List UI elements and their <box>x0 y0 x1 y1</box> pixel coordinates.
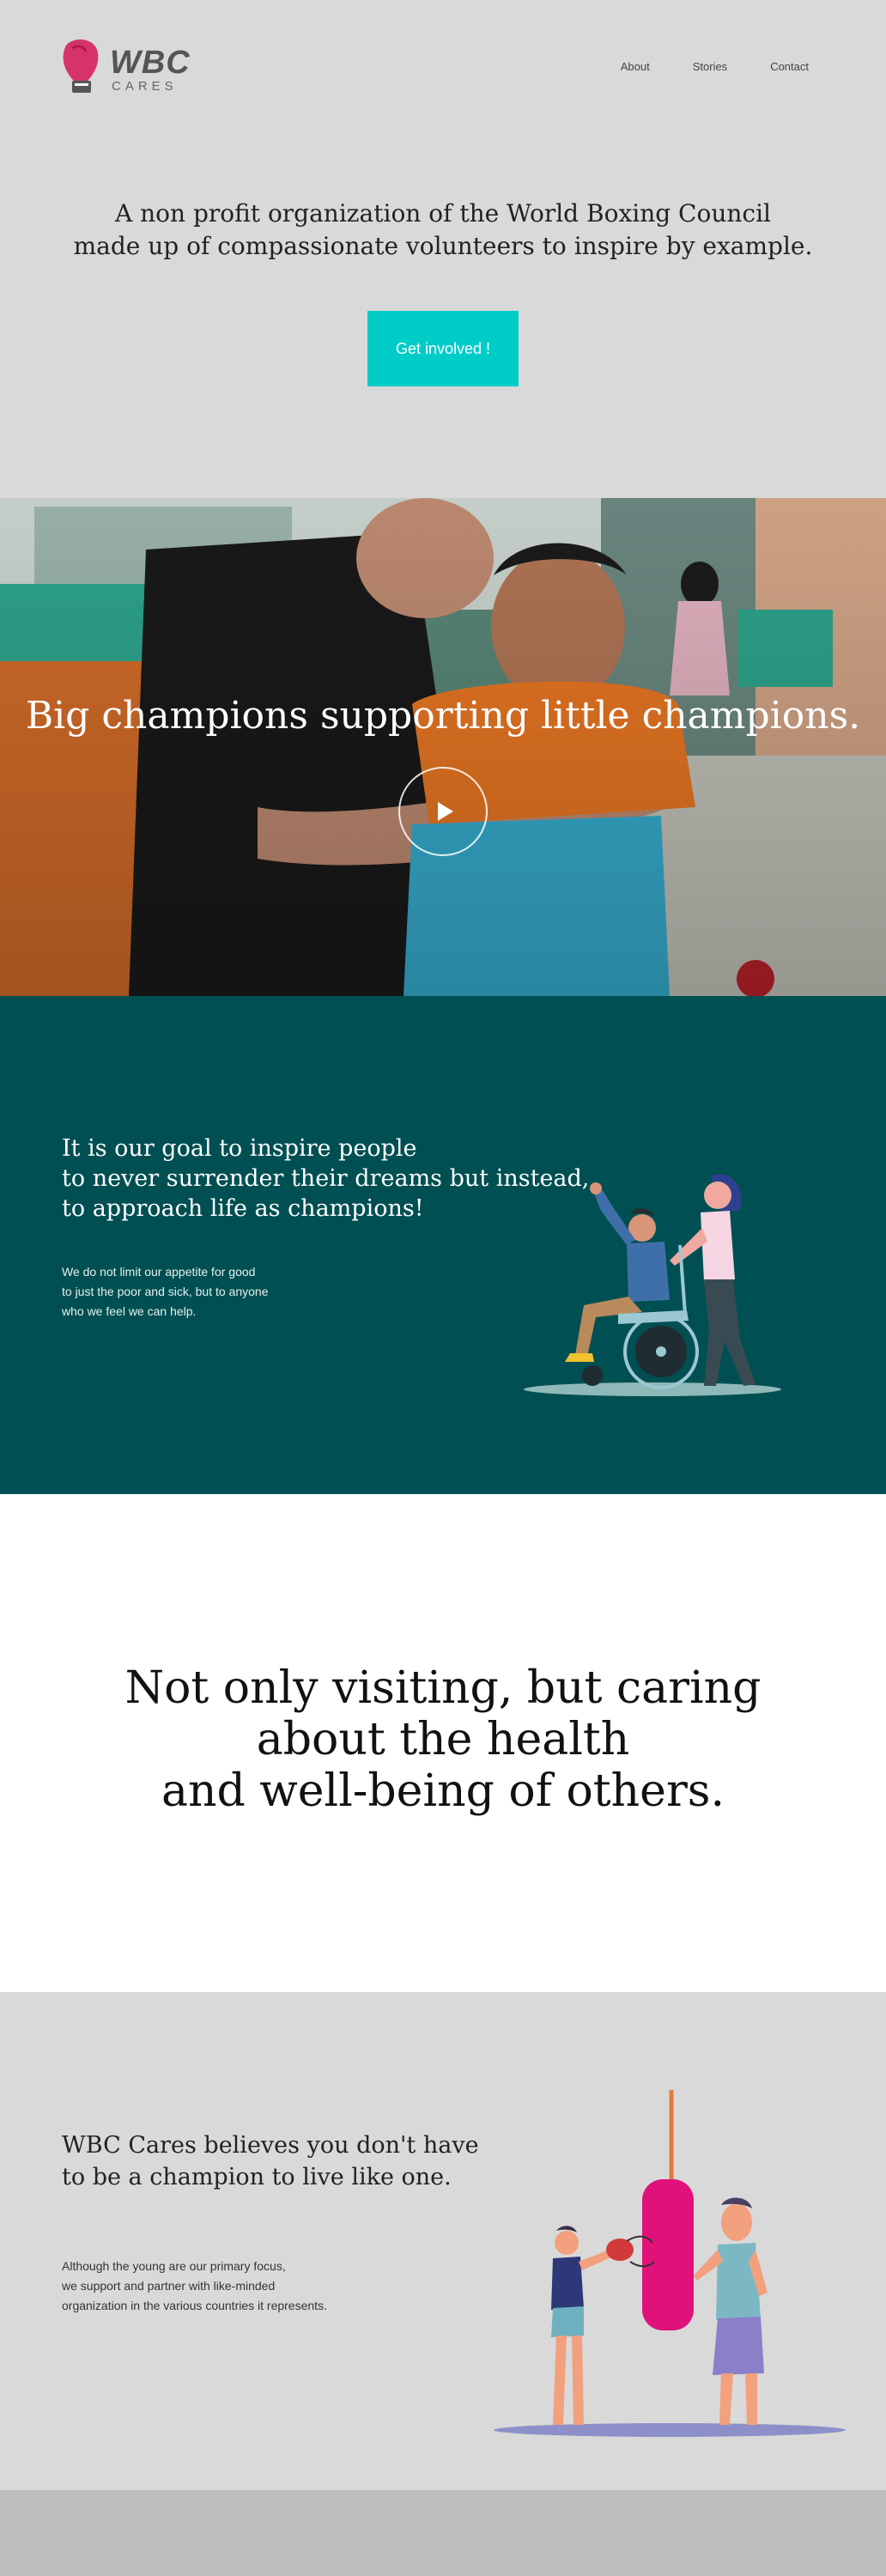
wbc-cares-logo[interactable]: WBC CARES <box>62 38 191 100</box>
intro-line: made up of compassionate volunteers to i… <box>73 232 813 260</box>
get-involved-button[interactable]: Get involved ! <box>367 311 519 386</box>
video-headline: Big champions supporting little champion… <box>25 694 861 738</box>
nav-stories-link[interactable]: Stories <box>693 60 727 73</box>
champion-body-line: we support and partner with like-minded <box>62 2279 276 2293</box>
play-video-button[interactable] <box>398 767 488 856</box>
goal-section: It is our goal to inspire people to neve… <box>0 996 886 1494</box>
caring-heading: Not only visiting, but caring about the … <box>0 1662 886 1817</box>
caring-section: Not only visiting, but caring about the … <box>0 1494 886 1992</box>
footer-bar <box>0 2490 886 2576</box>
champion-body-line: organization in the various countries it… <box>62 2299 327 2312</box>
caring-heading-line: about the health <box>256 1714 630 1765</box>
logo-subtext: CARES <box>112 79 178 94</box>
goal-body-line: who we feel we can help. <box>62 1304 197 1318</box>
champion-section: WBC Cares believes you don't have to be … <box>0 1992 886 2490</box>
boxing-glove-icon <box>63 39 99 93</box>
champion-body: Although the young are our primary focus… <box>62 2257 422 2316</box>
wheelchair-illustration <box>524 1174 781 1396</box>
boxing-training-illustration <box>494 2090 846 2437</box>
logo-wordmark: WBC <box>110 45 191 81</box>
champion-heading: WBC Cares believes you don't have to be … <box>62 2129 479 2193</box>
champion-body-line: Although the young are our primary focus… <box>62 2259 286 2273</box>
goal-body-line: to just the poor and sick, but to anyone <box>62 1285 269 1298</box>
intro-section: WBC CARES About Stories Contact A non pr… <box>0 0 886 498</box>
hero-photo <box>0 498 886 996</box>
caring-heading-line: Not only visiting, but caring <box>124 1662 762 1714</box>
main-nav: About Stories Contact <box>621 60 809 73</box>
nav-contact-link[interactable]: Contact <box>770 60 809 73</box>
video-hero: Big champions supporting little champion… <box>0 498 886 996</box>
intro-line: A non profit organization of the World B… <box>115 199 771 228</box>
nav-about-link[interactable]: About <box>621 60 650 73</box>
intro-text: A non profit organization of the World B… <box>0 197 886 263</box>
caring-heading-line: and well-being of others. <box>161 1765 725 1817</box>
champion-heading-line: to be a champion to live like one. <box>62 2164 452 2190</box>
goal-body-line: We do not limit our appetite for good <box>62 1265 256 1279</box>
goal-body: We do not limit our appetite for good to… <box>62 1262 337 1321</box>
champion-heading-line: WBC Cares believes you don't have <box>62 2132 479 2159</box>
play-icon <box>438 802 453 821</box>
